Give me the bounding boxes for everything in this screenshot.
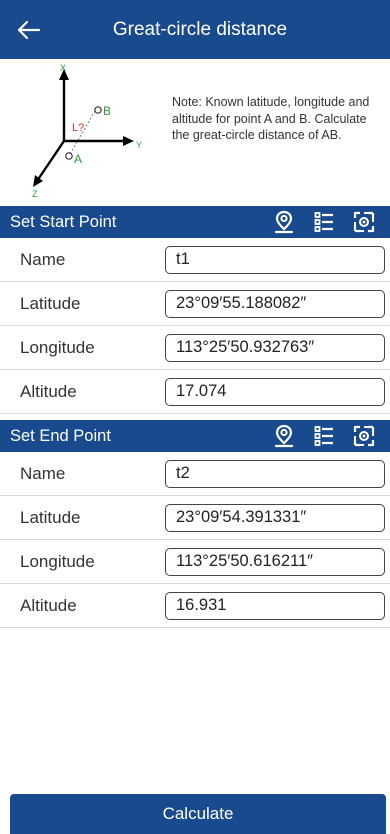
start-section-title: Set Start Point bbox=[10, 212, 117, 231]
line-label: L? bbox=[72, 122, 84, 134]
start-latitude-input[interactable] bbox=[165, 289, 385, 318]
start-name-row: Name bbox=[0, 238, 390, 282]
end-name-row: Name bbox=[0, 452, 390, 496]
start-name-label: Name bbox=[20, 249, 66, 269]
point-b-label: B bbox=[103, 104, 111, 118]
end-latitude-label: Latitude bbox=[20, 507, 81, 527]
end-altitude-input[interactable] bbox=[165, 591, 385, 620]
end-latitude-input[interactable] bbox=[165, 503, 385, 532]
end-altitude-row: Altitude bbox=[0, 584, 390, 628]
start-location-button[interactable] bbox=[264, 208, 304, 236]
start-section-header: Set Start Point bbox=[0, 206, 390, 238]
axis-y-arrow bbox=[123, 136, 134, 146]
end-section-header: Set End Point bbox=[0, 420, 390, 452]
list-icon bbox=[314, 426, 333, 446]
scan-icon bbox=[353, 425, 375, 447]
end-longitude-input[interactable] bbox=[165, 547, 385, 576]
start-longitude-label: Longitude bbox=[20, 337, 95, 357]
point-a-marker bbox=[65, 152, 73, 160]
end-location-button[interactable] bbox=[264, 422, 304, 450]
app-bar: Great-circle distance bbox=[0, 0, 390, 59]
end-altitude-label: Altitude bbox=[20, 595, 77, 615]
start-altitude-row: Altitude bbox=[0, 370, 390, 414]
end-header-actions bbox=[264, 422, 384, 450]
end-name-input[interactable] bbox=[165, 459, 385, 488]
end-list-button[interactable] bbox=[304, 422, 344, 450]
start-list-button[interactable] bbox=[304, 208, 344, 236]
start-scan-button[interactable] bbox=[344, 208, 384, 236]
axis-x-label: X bbox=[60, 63, 66, 73]
axis-z-line bbox=[36, 140, 65, 182]
note-text: Note: Known latitude, longitude and alti… bbox=[172, 95, 370, 142]
coordinate-diagram: X Y Z A B L? bbox=[32, 63, 142, 199]
arrow-left-icon bbox=[17, 20, 41, 40]
end-name-label: Name bbox=[20, 463, 66, 483]
info-panel: X Y Z A B L? Note: Known latitude, longi… bbox=[0, 59, 390, 206]
scan-icon bbox=[353, 211, 375, 233]
back-button[interactable] bbox=[12, 14, 46, 46]
start-altitude-input[interactable] bbox=[165, 377, 385, 406]
calculate-button[interactable]: Calculate bbox=[10, 794, 386, 834]
start-latitude-label: Latitude bbox=[20, 293, 81, 313]
axis-z-label: Z bbox=[32, 189, 38, 199]
end-latitude-row: Latitude bbox=[0, 496, 390, 540]
location-pin-icon bbox=[274, 210, 294, 234]
start-header-actions bbox=[264, 208, 384, 236]
start-longitude-row: Longitude bbox=[0, 326, 390, 370]
page-title: Great-circle distance bbox=[112, 18, 288, 40]
start-name-input[interactable] bbox=[165, 245, 385, 274]
end-longitude-label: Longitude bbox=[20, 551, 95, 571]
point-b-marker bbox=[94, 106, 102, 114]
axis-z-arrow bbox=[33, 175, 43, 187]
axis-y-label: Y bbox=[136, 140, 142, 150]
end-scan-button[interactable] bbox=[344, 422, 384, 450]
start-altitude-label: Altitude bbox=[20, 381, 77, 401]
end-section-title: Set End Point bbox=[10, 426, 111, 445]
point-a-label: A bbox=[74, 152, 82, 166]
start-longitude-input[interactable] bbox=[165, 333, 385, 362]
end-longitude-row: Longitude bbox=[0, 540, 390, 584]
location-pin-icon bbox=[274, 424, 294, 448]
list-icon bbox=[314, 212, 333, 232]
start-latitude-row: Latitude bbox=[0, 282, 390, 326]
